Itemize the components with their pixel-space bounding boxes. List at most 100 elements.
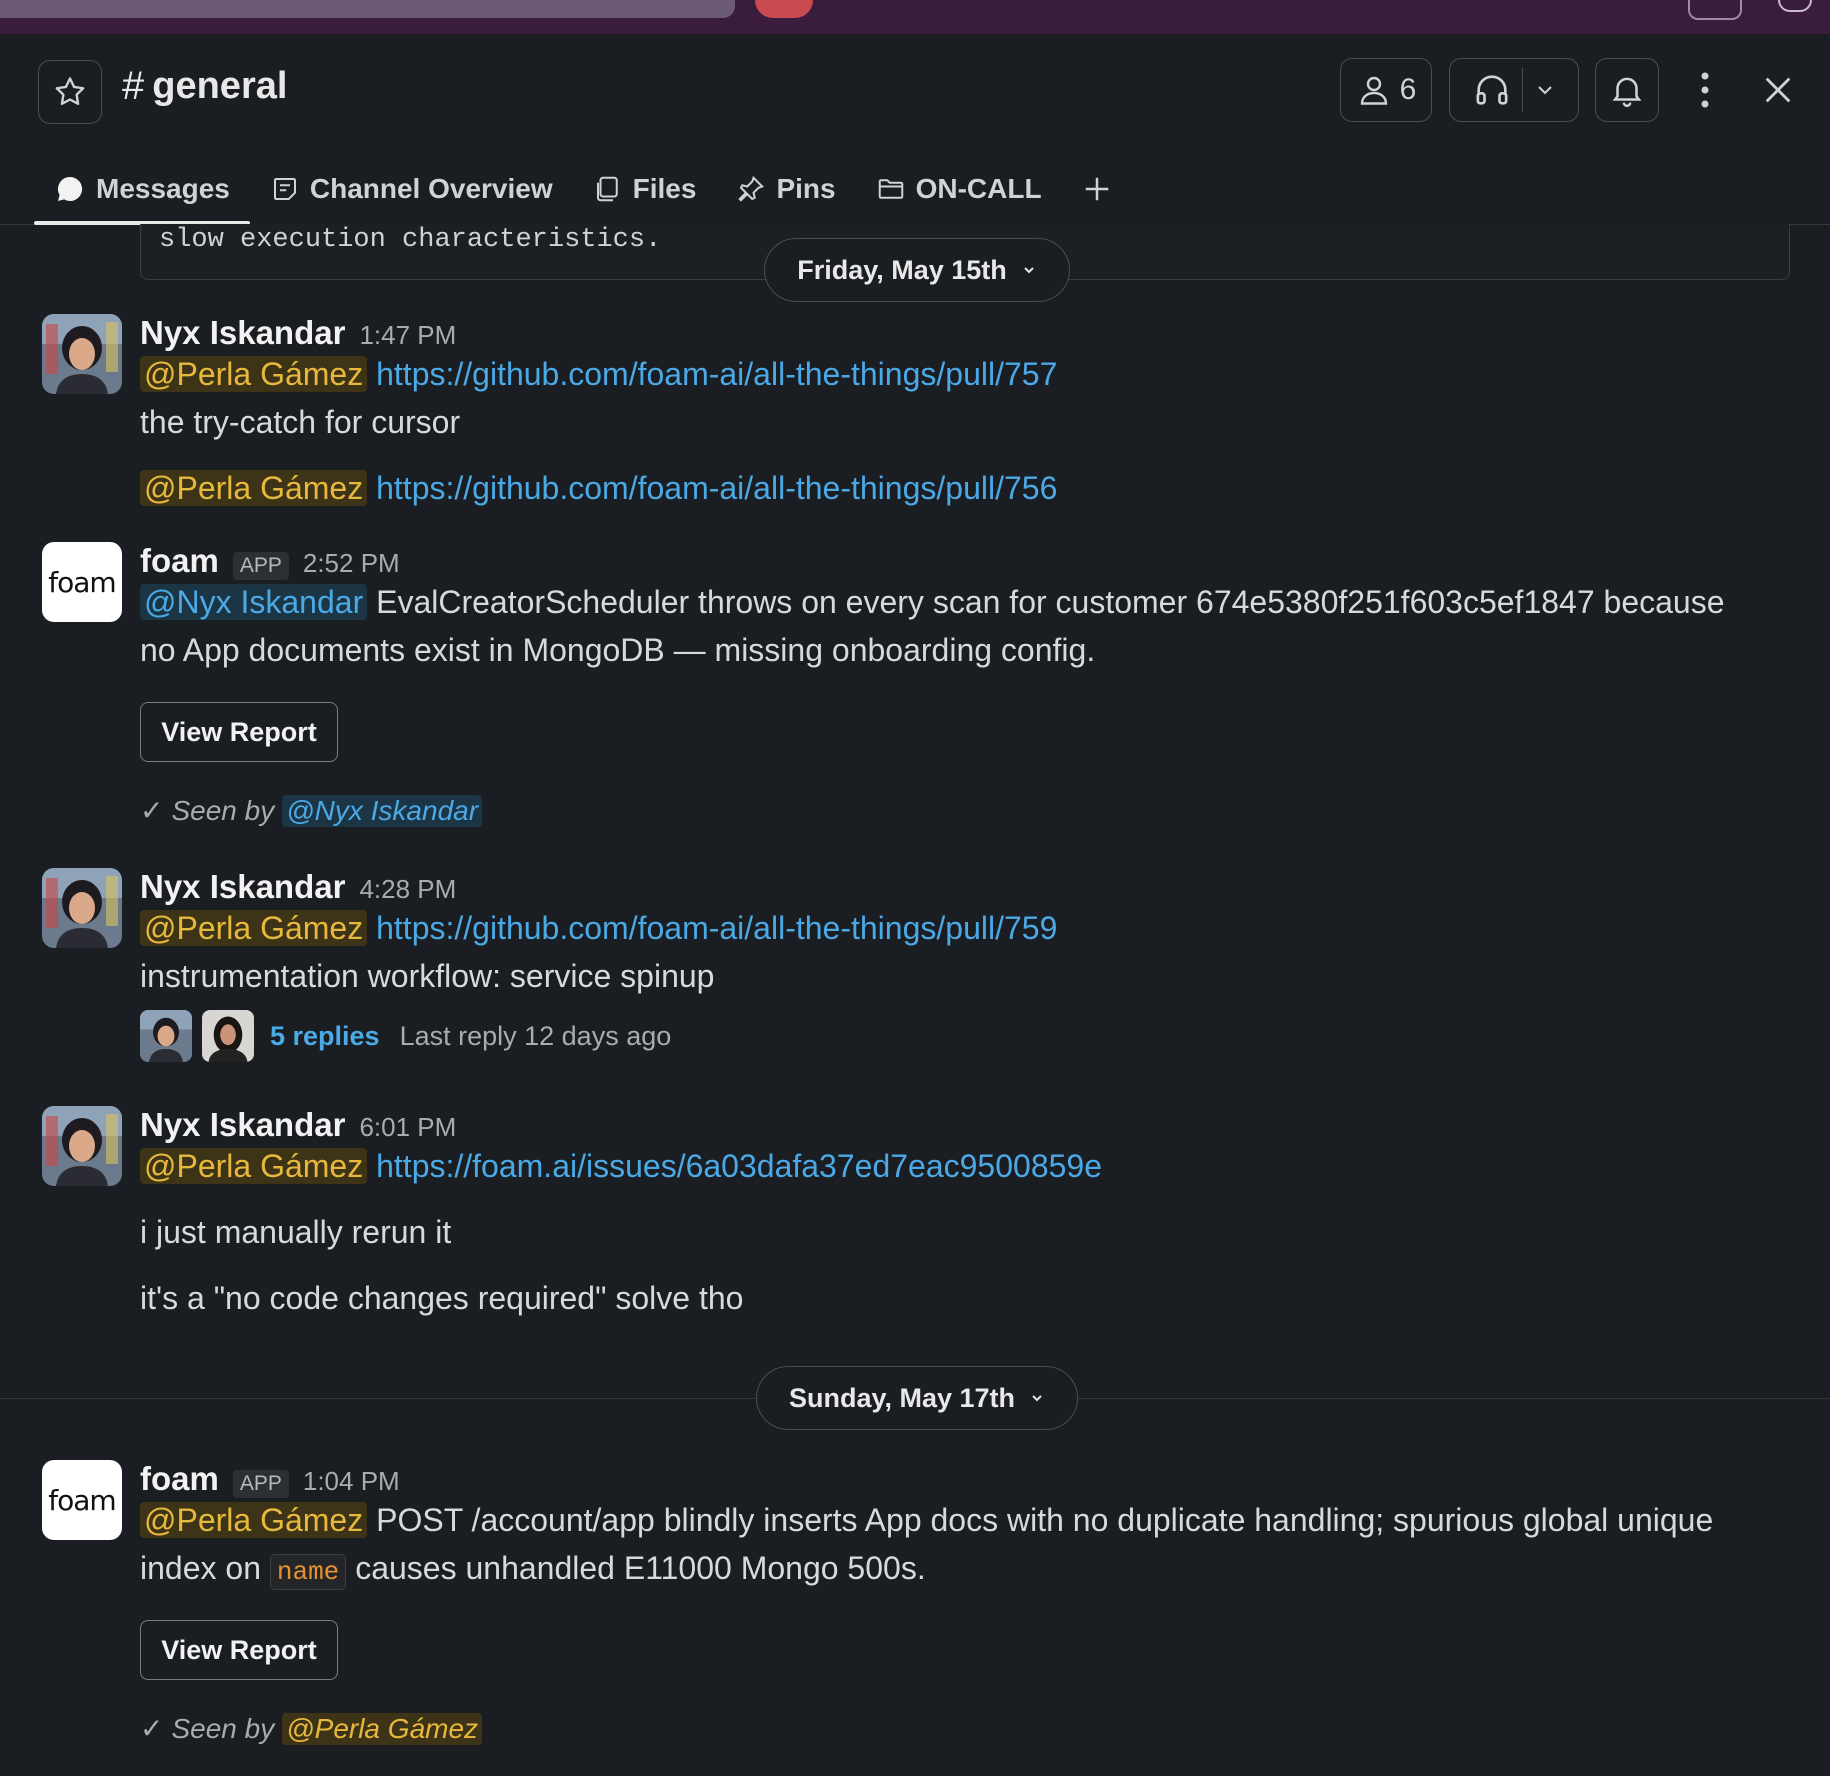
star-icon (55, 77, 85, 106)
foam-app-avatar[interactable]: foam (42, 542, 122, 622)
tab-label: Pins (776, 173, 836, 204)
seen-label: Seen by (171, 794, 275, 826)
tab-files[interactable]: Files (573, 154, 717, 224)
reply-avatar (202, 1010, 254, 1062)
avatar[interactable] (42, 1106, 122, 1186)
seen-by: ✓ Seen by @Perla Gámez (140, 1712, 483, 1745)
last-reply-time: Last reply 12 days ago (399, 1020, 672, 1051)
chat-bubble-icon (57, 176, 83, 201)
user-mention[interactable]: @Perla Gámez (140, 356, 368, 392)
message-link[interactable]: https://github.com/foam-ai/all-the-thing… (376, 910, 1057, 946)
message-text: i just manually rerun it (140, 1214, 452, 1250)
view-report-button[interactable]: View Report (140, 1620, 338, 1680)
author-name[interactable]: foam (140, 1460, 219, 1498)
window-control-icon[interactable] (1688, 0, 1742, 20)
replies-count[interactable]: 5 replies (270, 1021, 380, 1052)
message-text: the try-catch for cursor (140, 404, 461, 440)
user-mention[interactable]: @Perla Gámez (140, 470, 368, 506)
foam-logo: foam (48, 1483, 116, 1517)
huddle-button[interactable] (1449, 58, 1579, 122)
timestamp[interactable]: 1:47 PM (359, 320, 456, 351)
foam-app-avatar[interactable]: foam (42, 1460, 122, 1540)
seen-by: ✓ Seen by @Nyx Iskandar (140, 794, 483, 827)
code-text: slow execution characteristics. (159, 225, 662, 255)
add-tab-button[interactable] (1062, 154, 1132, 224)
message-text: EvalCreatorScheduler throws on every sca… (367, 584, 1725, 620)
app-icon[interactable] (755, 0, 813, 18)
message-line: @Perla Gámez https://github.com/foam-ai/… (140, 910, 1057, 947)
user-mention[interactable]: @Perla Gámez (282, 1712, 483, 1745)
chevron-down-icon (1024, 267, 1034, 274)
more-options-button[interactable] (1688, 70, 1722, 110)
user-mention[interactable]: @Perla Gámez (140, 1502, 368, 1538)
message-link[interactable]: https://github.com/foam-ai/all-the-thing… (376, 356, 1057, 392)
author-name[interactable]: foam (140, 542, 219, 580)
divider (1521, 68, 1523, 112)
pin-icon (738, 175, 765, 202)
user-photo-icon (42, 314, 122, 394)
tab-messages[interactable]: Messages (34, 154, 250, 225)
tab-strip[interactable] (0, 0, 735, 18)
message-line: @Perla Gámez POST /account/app blindly i… (140, 1502, 1713, 1539)
thread-replies[interactable]: 5 replies Last reply 12 days ago (140, 1010, 671, 1062)
message-link[interactable]: https://foam.ai/issues/6a03dafa37ed7eac9… (376, 1148, 1102, 1184)
user-photo-icon (202, 1010, 254, 1062)
channel-header: # general 6 Messages Channel Overview Fi… (0, 34, 1830, 225)
author-name[interactable]: Nyx Iskandar (140, 868, 345, 906)
timestamp[interactable]: 4:28 PM (359, 874, 456, 905)
date-divider[interactable]: Sunday, May 17th (756, 1366, 1078, 1430)
app-badge: APP (232, 552, 289, 580)
author-name[interactable]: Nyx Iskandar (140, 1106, 345, 1144)
timestamp[interactable]: 1:04 PM (303, 1466, 400, 1497)
avatar[interactable] (42, 868, 122, 948)
plus-icon (1085, 177, 1108, 201)
message-link[interactable]: https://github.com/foam-ai/all-the-thing… (376, 470, 1057, 506)
tab-pins[interactable]: Pins (716, 154, 855, 224)
headphones-icon (1476, 75, 1507, 105)
tab-on-call[interactable]: ON-CALL (856, 154, 1062, 224)
channel-tabs: Messages Channel Overview Files Pins ON-… (34, 154, 1132, 225)
reply-avatar (140, 1010, 192, 1062)
tab-label: Files (632, 173, 697, 204)
tab-label: Messages (96, 173, 230, 204)
foam-logo: foam (48, 565, 116, 599)
date-divider[interactable]: Friday, May 15th (764, 238, 1070, 302)
message-line: index on name causes unhandled E11000 Mo… (140, 1550, 926, 1590)
folder-icon (878, 179, 903, 199)
tab-label: Channel Overview (309, 173, 553, 204)
star-channel-button[interactable] (38, 60, 102, 124)
channel-name: general (152, 65, 288, 107)
members-button[interactable]: 6 (1340, 58, 1432, 122)
message-line: @Perla Gámez https://github.com/foam-ai/… (140, 470, 1057, 507)
timestamp[interactable]: 6:01 PM (359, 1112, 456, 1143)
close-button[interactable] (1758, 70, 1798, 110)
message-text: POST /account/app blindly inserts App do… (367, 1502, 1714, 1538)
tab-label: ON-CALL (915, 173, 1042, 204)
user-mention[interactable]: @Nyx Iskandar (140, 584, 368, 620)
chevron-down-icon[interactable] (1533, 78, 1557, 102)
user-mention[interactable]: @Nyx Iskandar (282, 794, 483, 827)
member-count: 6 (1399, 73, 1417, 106)
user-photo-icon (140, 1010, 192, 1062)
channel-title[interactable]: # general (122, 64, 287, 109)
seen-label: Seen by (171, 1712, 275, 1744)
tab-channel-overview[interactable]: Channel Overview (250, 154, 573, 224)
view-report-button[interactable]: View Report (140, 702, 338, 762)
chevron-down-icon (1032, 1395, 1042, 1402)
message-text: no App documents exist in MongoDB — miss… (140, 632, 1096, 668)
message-line: @Nyx Iskandar EvalCreatorScheduler throw… (140, 584, 1725, 621)
message-list[interactable]: slow execution characteristics. Friday, … (0, 224, 1830, 1776)
avatar[interactable] (42, 314, 122, 394)
author-name[interactable]: Nyx Iskandar (140, 314, 345, 352)
timestamp[interactable]: 2:52 PM (303, 548, 400, 579)
user-mention[interactable]: @Perla Gámez (140, 910, 368, 946)
checkmark-icon: ✓ (140, 795, 164, 826)
notifications-button[interactable] (1595, 58, 1659, 122)
person-icon (1360, 76, 1387, 105)
message-text: causes unhandled E11000 Mongo 500s. (346, 1550, 926, 1586)
bell-icon (1612, 77, 1642, 108)
close-icon (1765, 77, 1791, 103)
user-mention[interactable]: @Perla Gámez (140, 1148, 368, 1184)
message-text: it's a "no code changes required" solve … (140, 1280, 744, 1316)
status-icon[interactable] (1778, 0, 1812, 12)
